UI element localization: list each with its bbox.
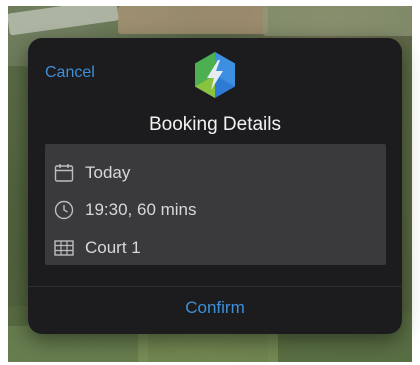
map-field	[263, 6, 412, 36]
dialog-title: Booking Details	[148, 114, 282, 135]
app-logo-graphic	[195, 52, 235, 98]
detail-court-text: Court 1	[85, 238, 141, 257]
map-field	[118, 6, 268, 34]
detail-date-text: Today	[85, 163, 131, 182]
map-field	[8, 6, 119, 36]
booking-details-dialog: Cancel Booking Details Today 19:30, 60 m…	[28, 38, 402, 334]
app-logo-icon	[190, 50, 240, 100]
map-field	[8, 66, 28, 326]
cancel-button[interactable]: Cancel	[45, 64, 95, 82]
detail-time-text: 19:30, 60 mins	[85, 200, 197, 219]
detail-row-time: 19:30, 60 mins	[45, 195, 386, 225]
detail-row-court: Court 1	[45, 233, 386, 263]
detail-row-date: Today	[45, 158, 386, 188]
calendar-icon	[53, 162, 75, 184]
booking-details-panel: Today 19:30, 60 mins Court 1	[45, 144, 386, 265]
divider	[28, 286, 402, 287]
confirm-button[interactable]: Confirm	[28, 298, 402, 318]
court-grid-icon	[53, 237, 75, 259]
map-field	[138, 331, 278, 362]
clock-icon	[53, 199, 75, 221]
